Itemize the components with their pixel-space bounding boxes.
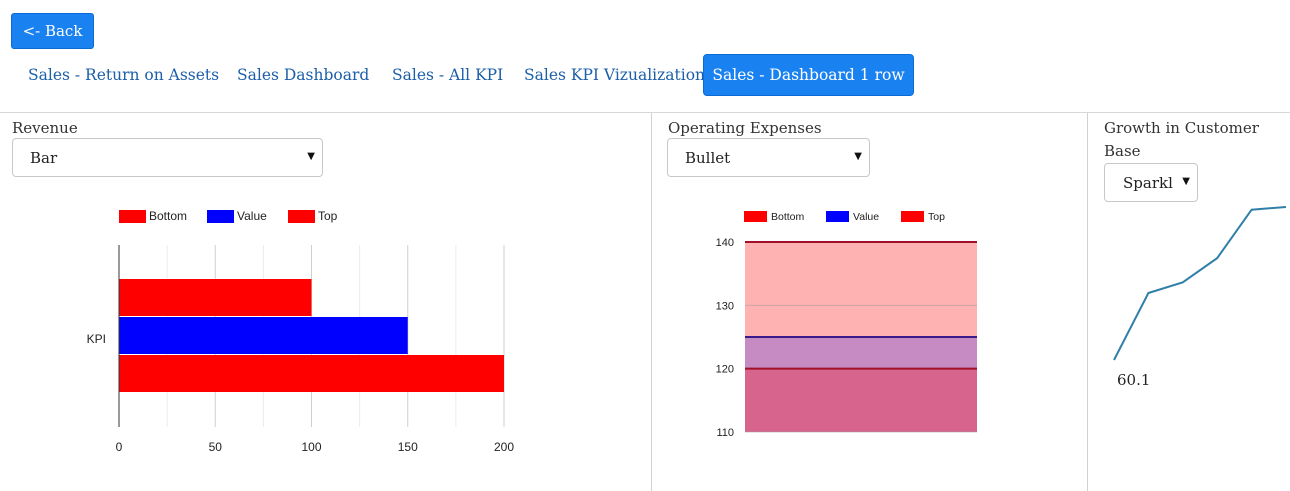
- panel-divider: [1087, 113, 1088, 491]
- x-tick-label: 100: [301, 440, 321, 454]
- growth-sparkline: 60.1: [1113, 206, 1287, 389]
- legend-label-bottom: Bottom: [149, 209, 187, 223]
- area-bottom: [745, 368, 977, 432]
- tab-sales-dashboard[interactable]: Sales Dashboard: [237, 54, 369, 96]
- legend-label-top: Top: [928, 211, 945, 223]
- legend-label-bottom: Bottom: [771, 211, 805, 223]
- growth-title-line2: Base: [1104, 142, 1141, 160]
- revenue-bar-chart: Bottom Value Top 0 50 100 150 200 KPI: [87, 209, 515, 454]
- x-tick-label: 50: [209, 440, 223, 454]
- tab-sales-all-kpi[interactable]: Sales - All KPI: [392, 54, 503, 96]
- legend-swatch-value: [207, 210, 234, 223]
- y-tick-label: 140: [716, 237, 734, 249]
- category-label: KPI: [87, 332, 106, 346]
- header-divider: [0, 112, 1290, 113]
- legend-label-value: Value: [853, 211, 879, 223]
- bar-bottom: [119, 279, 312, 316]
- x-tick-label: 150: [398, 440, 418, 454]
- legend-label-value: Value: [237, 209, 267, 223]
- chart-legend: Bottom Value Top: [744, 211, 945, 223]
- revenue-chart-type-select[interactable]: Bar ▼: [12, 138, 323, 177]
- sparkline-value-label: 60.1: [1117, 371, 1150, 389]
- caret-down-icon: ▼: [854, 151, 862, 162]
- back-button[interactable]: <- Back: [11, 13, 94, 49]
- legend-swatch-top: [901, 211, 924, 222]
- legend-swatch-value: [826, 211, 849, 222]
- operating-expenses-title: Operating Expenses: [668, 119, 822, 137]
- tab-sales-kpi-vizualization[interactable]: Sales KPI Vizualization: [524, 54, 705, 96]
- select-value: Bar: [30, 148, 58, 167]
- legend-swatch-bottom: [119, 210, 146, 223]
- sparkline-path: [1113, 206, 1287, 361]
- operating-expenses-bullet-chart: Bottom Value Top 110 120 130 140: [716, 211, 977, 439]
- x-tick-label: 0: [116, 440, 123, 454]
- y-tick-label: 120: [716, 364, 734, 376]
- revenue-title: Revenue: [12, 119, 78, 137]
- tab-sales-return-on-assets[interactable]: Sales - Return on Assets: [28, 54, 219, 96]
- select-value: Sparkl: [1123, 173, 1173, 192]
- bar-value: [119, 317, 408, 354]
- caret-down-icon: ▼: [1182, 176, 1190, 187]
- legend-swatch-top: [288, 210, 315, 223]
- legend-swatch-bottom: [744, 211, 767, 222]
- legend-label-top: Top: [318, 209, 338, 223]
- growth-title-line1: Growth in Customer: [1104, 119, 1259, 137]
- y-tick-label: 110: [716, 427, 734, 439]
- tab-bar: Sales - Return on Assets Sales Dashboard…: [0, 54, 1290, 96]
- x-tick-label: 200: [494, 440, 514, 454]
- select-value: Bullet: [685, 148, 731, 167]
- y-tick-label: 130: [716, 300, 734, 312]
- operating-expenses-chart-type-select[interactable]: Bullet ▼: [667, 138, 870, 177]
- caret-down-icon: ▼: [307, 151, 315, 162]
- bar-top: [119, 355, 504, 392]
- chart-legend: Bottom Value Top: [119, 209, 338, 223]
- tab-sales-dashboard-1-row[interactable]: Sales - Dashboard 1 row: [703, 54, 914, 96]
